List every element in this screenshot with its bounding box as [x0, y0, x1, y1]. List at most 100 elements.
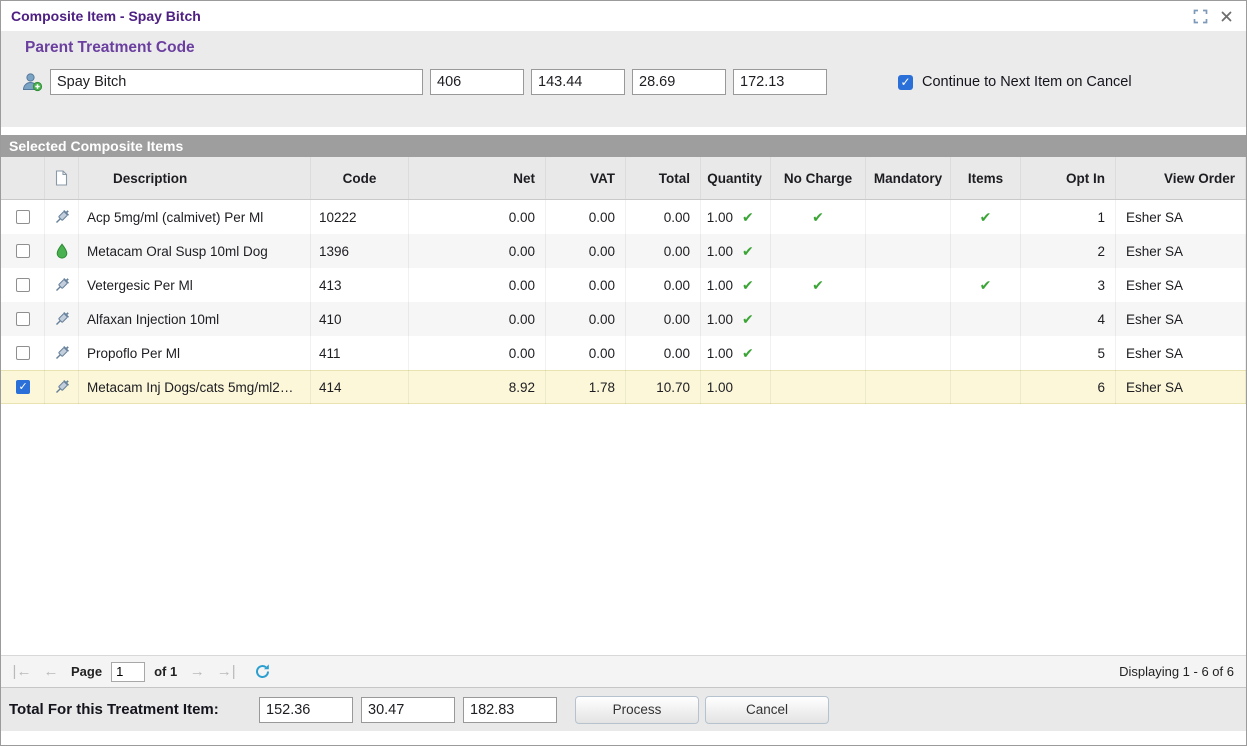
check-icon: ✔ [979, 208, 992, 225]
close-icon [1221, 11, 1231, 21]
syringe-icon [55, 210, 69, 224]
cell-description: Alfaxan Injection 10ml [79, 302, 311, 336]
cell-items [951, 302, 1021, 336]
column-header-vat[interactable]: VAT [546, 157, 626, 199]
table-row[interactable]: Metacam Inj Dogs/cats 5mg/ml2…4148.921.7… [1, 370, 1246, 404]
cell-items [951, 234, 1021, 268]
parent-total-field[interactable] [733, 69, 827, 95]
cell-opt-in: 2 [1021, 234, 1116, 268]
parent-treatment-section: Parent Treatment Code Continue to Next I… [1, 31, 1246, 127]
table-row[interactable]: Acp 5mg/ml (calmivet) Per Ml 10222 0.00 0.0… [1, 200, 1246, 234]
cell-view-order: Esher SA [1116, 268, 1246, 302]
cell-description: Metacam Oral Susp 10ml Dog [79, 234, 311, 268]
syringe-icon [55, 346, 69, 360]
footer-vat-field[interactable] [361, 696, 455, 723]
parent-net-field[interactable] [531, 69, 625, 95]
cancel-button[interactable]: Cancel [705, 695, 829, 724]
column-header-description[interactable]: Description [79, 157, 311, 199]
row-checkbox[interactable] [15, 278, 30, 292]
column-header-total[interactable]: Total [626, 157, 701, 199]
cell-quantity: 1.00 ✔ [701, 268, 771, 302]
parent-vat-field[interactable] [632, 69, 726, 95]
cell-mandatory [866, 302, 951, 336]
grid-body: Acp 5mg/ml (calmivet) Per Ml 10222 0.00 0.0… [1, 200, 1246, 655]
check-icon: ✔ [742, 344, 754, 361]
cell-view-order: Esher SA [1116, 200, 1246, 234]
cell-mandatory [866, 370, 951, 404]
column-header-code[interactable]: Code [311, 157, 409, 199]
footer-total-field[interactable] [463, 696, 557, 723]
row-checkbox[interactable] [15, 380, 30, 394]
cell-total: 0.00 [626, 268, 701, 302]
parent-name-field[interactable] [50, 69, 423, 95]
row-icon-cell [45, 200, 79, 234]
cell-view-order: Esher SA [1116, 336, 1246, 370]
parent-code-field[interactable] [430, 69, 524, 95]
cell-total: 0.00 [626, 336, 701, 370]
section-spacer [1, 127, 1246, 135]
process-button[interactable]: Process [575, 695, 699, 724]
maximize-button[interactable] [1190, 6, 1210, 26]
refresh-icon [255, 664, 269, 678]
cell-description: Metacam Inj Dogs/cats 5mg/ml2… [79, 370, 311, 404]
cell-description: Vetergesic Per Ml [79, 268, 311, 302]
syringe-icon [55, 312, 69, 326]
cell-vat: 0.00 [546, 268, 626, 302]
row-icon-cell [45, 370, 79, 404]
user-icon [22, 73, 43, 92]
paging-toolbar: |← ← Page of 1 → →| Displaying 1 - 6 of … [1, 655, 1246, 687]
cell-quantity: 1.00 [701, 370, 771, 404]
column-header-no-charge[interactable]: No Charge [771, 157, 866, 199]
column-header-view-order[interactable]: View Order [1116, 157, 1246, 199]
row-select-cell [1, 302, 45, 336]
column-header-net[interactable]: Net [409, 157, 546, 199]
next-page-button[interactable]: → [186, 663, 208, 680]
cell-mandatory [866, 268, 951, 302]
cell-net: 0.00 [409, 234, 546, 268]
header-item-icon-column[interactable] [45, 157, 79, 199]
cell-code: 411 [311, 336, 409, 370]
cell-mandatory [866, 336, 951, 370]
table-row[interactable]: Propoflo Per Ml 411 0.00 0.00 0.00 1.00 ✔ 5 Eshe… [1, 336, 1246, 370]
row-checkbox[interactable] [15, 346, 30, 360]
column-header-opt-in[interactable]: Opt In [1021, 157, 1116, 199]
row-checkbox[interactable] [15, 210, 30, 224]
table-row[interactable]: Metacam Oral Susp 10ml Dog 1396 0.00 0.00 0.… [1, 234, 1246, 268]
last-page-button[interactable]: →| [215, 663, 237, 680]
prev-page-button[interactable]: ← [40, 663, 62, 680]
composite-item-dialog: Composite Item - Spay Bitch Parent Treat… [0, 0, 1247, 746]
column-header-quantity[interactable]: Quantity [701, 157, 771, 199]
row-select-cell [1, 336, 45, 370]
continue-checkbox-group: Continue to Next Item on Cancel [898, 74, 1132, 90]
page-input[interactable] [111, 661, 146, 682]
column-header-items[interactable]: Items [951, 157, 1021, 199]
close-button[interactable] [1216, 6, 1236, 26]
cell-code: 414 [311, 370, 409, 404]
column-header-mandatory[interactable]: Mandatory [866, 157, 951, 199]
cell-net: 8.92 [409, 370, 546, 404]
cell-vat: 0.00 [546, 234, 626, 268]
row-checkbox[interactable] [15, 312, 30, 326]
parent-fields-row: Continue to Next Item on Cancel [21, 69, 1246, 95]
cell-opt-in: 1 [1021, 200, 1116, 234]
cell-net: 0.00 [409, 302, 546, 336]
cell-vat: 0.00 [546, 302, 626, 336]
row-icon-cell [45, 234, 79, 268]
footer-net-field[interactable] [259, 696, 353, 723]
refresh-button[interactable] [252, 662, 272, 682]
cell-no-charge: ✔ [771, 200, 866, 234]
cell-total: 10.70 [626, 370, 701, 404]
cell-description: Propoflo Per Ml [79, 336, 311, 370]
cell-opt-in: 3 [1021, 268, 1116, 302]
table-row[interactable]: Alfaxan Injection 10ml 410 0.00 0.00 0.00 1.0… [1, 302, 1246, 336]
page-label: Page [71, 664, 103, 679]
cell-quantity: 1.00 ✔ [701, 234, 771, 268]
cell-vat: 1.78 [546, 370, 626, 404]
continue-checkbox[interactable] [898, 74, 913, 90]
row-checkbox[interactable] [15, 244, 30, 258]
cell-mandatory [866, 234, 951, 268]
cell-vat: 0.00 [546, 336, 626, 370]
row-select-cell [1, 370, 45, 404]
first-page-button[interactable]: |← [11, 663, 33, 680]
table-row[interactable]: Vetergesic Per Ml 413 0.00 0.00 0.00 1.00 ✔ ✔ ✔ 3… [1, 268, 1246, 302]
